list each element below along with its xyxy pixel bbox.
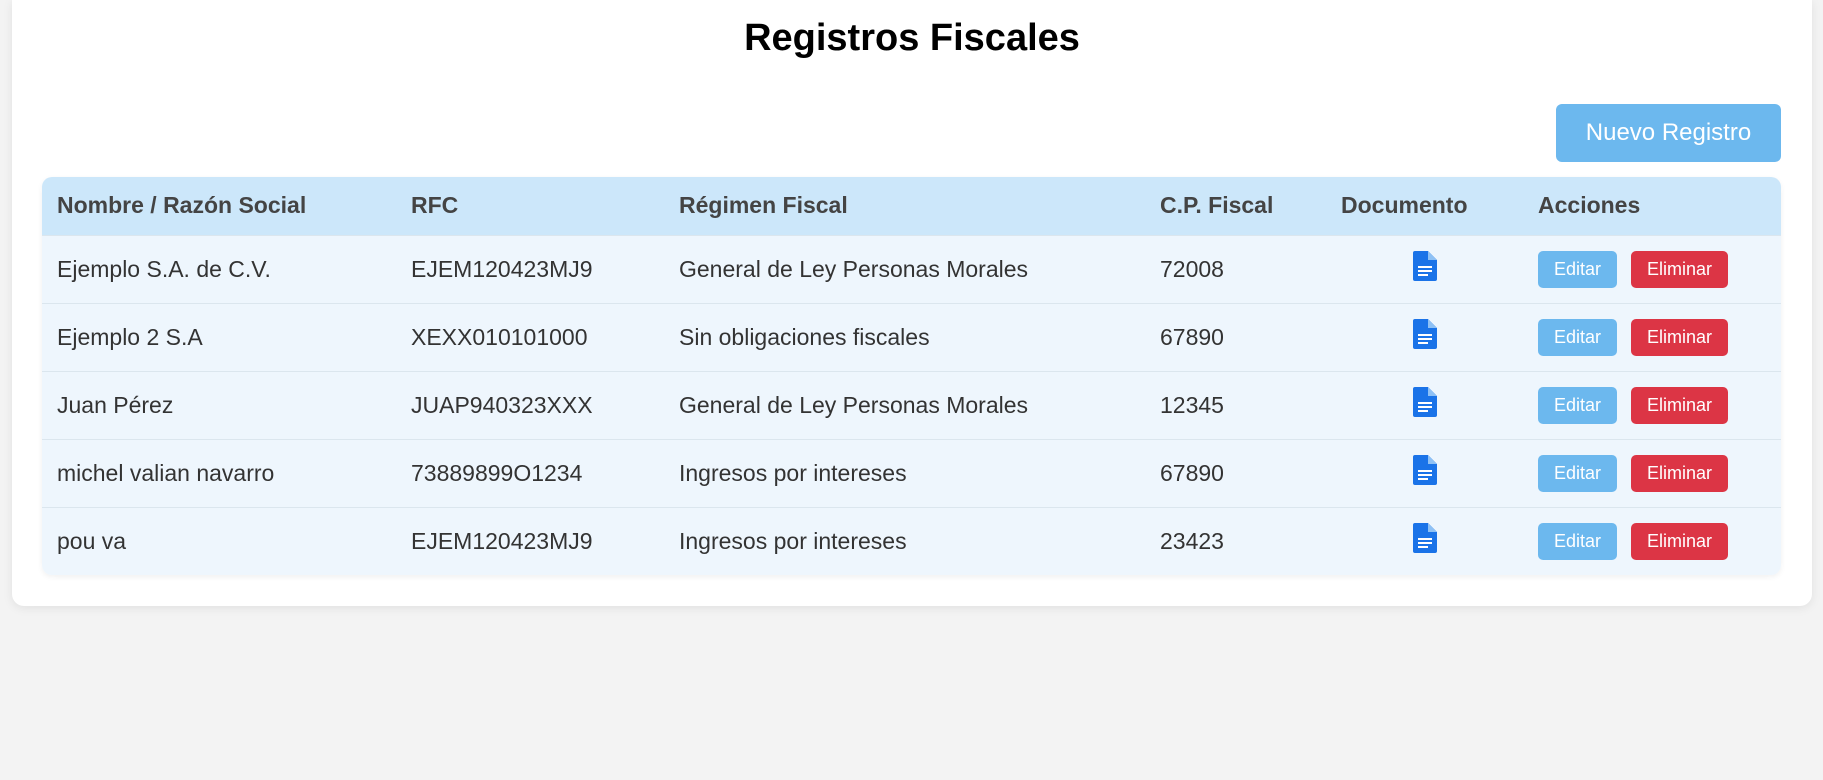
- row-actions: Editar Eliminar: [1538, 386, 1781, 424]
- edit-button[interactable]: Editar: [1538, 318, 1617, 356]
- cell-cp: 12345: [1160, 391, 1224, 418]
- document-icon[interactable]: [1412, 387, 1437, 423]
- header-rfc: RFC: [411, 192, 459, 219]
- cell-acciones: Editar Eliminar: [1523, 303, 1781, 371]
- edit-button[interactable]: Editar: [1538, 522, 1617, 560]
- cell-acciones: Editar Eliminar: [1523, 371, 1781, 439]
- cell-rfc: 73889899O1234: [411, 459, 583, 486]
- cell-rfc: JUAP940323XXX: [411, 391, 593, 418]
- cell-documento: [1326, 439, 1523, 507]
- delete-button[interactable]: Eliminar: [1631, 386, 1728, 424]
- table-row: pou va EJEM120423MJ9 Ingresos por intere…: [42, 507, 1781, 575]
- cell-cp: 72008: [1160, 255, 1224, 282]
- document-icon[interactable]: [1412, 319, 1437, 355]
- cell-rfc: XEXX010101000: [411, 323, 588, 350]
- cell-regimen: Sin obligaciones fiscales: [679, 323, 930, 350]
- header-nombre: Nombre / Razón Social: [57, 192, 307, 219]
- cell-acciones: Editar Eliminar: [1523, 235, 1781, 303]
- edit-button[interactable]: Editar: [1538, 250, 1617, 288]
- edit-button[interactable]: Editar: [1538, 386, 1617, 424]
- table-row: Ejemplo S.A. de C.V. EJEM120423MJ9 Gener…: [42, 235, 1781, 303]
- records-table: Nombre / Razón Social RFC Régimen Fiscal…: [42, 177, 1781, 575]
- cell-cp: 23423: [1160, 527, 1224, 554]
- page-title: Registros Fiscales: [744, 17, 1080, 59]
- header-cp: C.P. Fiscal: [1160, 192, 1274, 219]
- header-acciones: Acciones: [1538, 192, 1641, 219]
- cell-acciones: Editar Eliminar: [1523, 507, 1781, 575]
- records-table-container: Nombre / Razón Social RFC Régimen Fiscal…: [42, 177, 1781, 575]
- delete-button[interactable]: Eliminar: [1631, 522, 1728, 560]
- row-actions: Editar Eliminar: [1538, 318, 1781, 356]
- cell-nombre: pou va: [57, 527, 127, 554]
- cell-cp: 67890: [1160, 459, 1224, 486]
- cell-regimen: General de Ley Personas Morales: [679, 255, 1029, 282]
- cell-cp: 67890: [1160, 323, 1224, 350]
- records-card: Registros Fiscales Nuevo Registro Nombre…: [12, 0, 1812, 606]
- cell-documento: [1326, 303, 1523, 371]
- cell-acciones: Editar Eliminar: [1523, 439, 1781, 507]
- cell-documento: [1326, 507, 1523, 575]
- row-actions: Editar Eliminar: [1538, 250, 1781, 288]
- table-body: Ejemplo S.A. de C.V. EJEM120423MJ9 Gener…: [42, 235, 1781, 575]
- new-record-button[interactable]: Nuevo Registro: [1556, 104, 1781, 162]
- table-row: Ejemplo 2 S.A XEXX010101000 Sin obligaci…: [42, 303, 1781, 371]
- table-row: Juan Pérez JUAP940323XXX General de Ley …: [42, 371, 1781, 439]
- table-row: michel valian navarro 73889899O1234 Ingr…: [42, 439, 1781, 507]
- cell-documento: [1326, 235, 1523, 303]
- cell-rfc: EJEM120423MJ9: [411, 255, 593, 282]
- delete-button[interactable]: Eliminar: [1631, 454, 1728, 492]
- cell-regimen: Ingresos por intereses: [679, 459, 907, 486]
- cell-rfc: EJEM120423MJ9: [411, 527, 593, 554]
- header-regimen: Régimen Fiscal: [679, 192, 848, 219]
- cell-regimen: Ingresos por intereses: [679, 527, 907, 554]
- document-icon[interactable]: [1412, 523, 1437, 559]
- row-actions: Editar Eliminar: [1538, 454, 1781, 492]
- cell-nombre: michel valian navarro: [57, 459, 275, 486]
- cell-regimen: General de Ley Personas Morales: [679, 391, 1029, 418]
- delete-button[interactable]: Eliminar: [1631, 250, 1728, 288]
- edit-button[interactable]: Editar: [1538, 454, 1617, 492]
- cell-nombre: Ejemplo S.A. de C.V.: [57, 255, 271, 282]
- document-icon[interactable]: [1412, 251, 1437, 287]
- document-icon[interactable]: [1412, 455, 1437, 491]
- table-header-row: Nombre / Razón Social RFC Régimen Fiscal…: [42, 177, 1781, 235]
- cell-nombre: Juan Pérez: [57, 391, 174, 418]
- header-documento: Documento: [1341, 192, 1468, 219]
- row-actions: Editar Eliminar: [1538, 522, 1781, 560]
- cell-nombre: Ejemplo 2 S.A: [57, 323, 203, 350]
- delete-button[interactable]: Eliminar: [1631, 318, 1728, 356]
- cell-documento: [1326, 371, 1523, 439]
